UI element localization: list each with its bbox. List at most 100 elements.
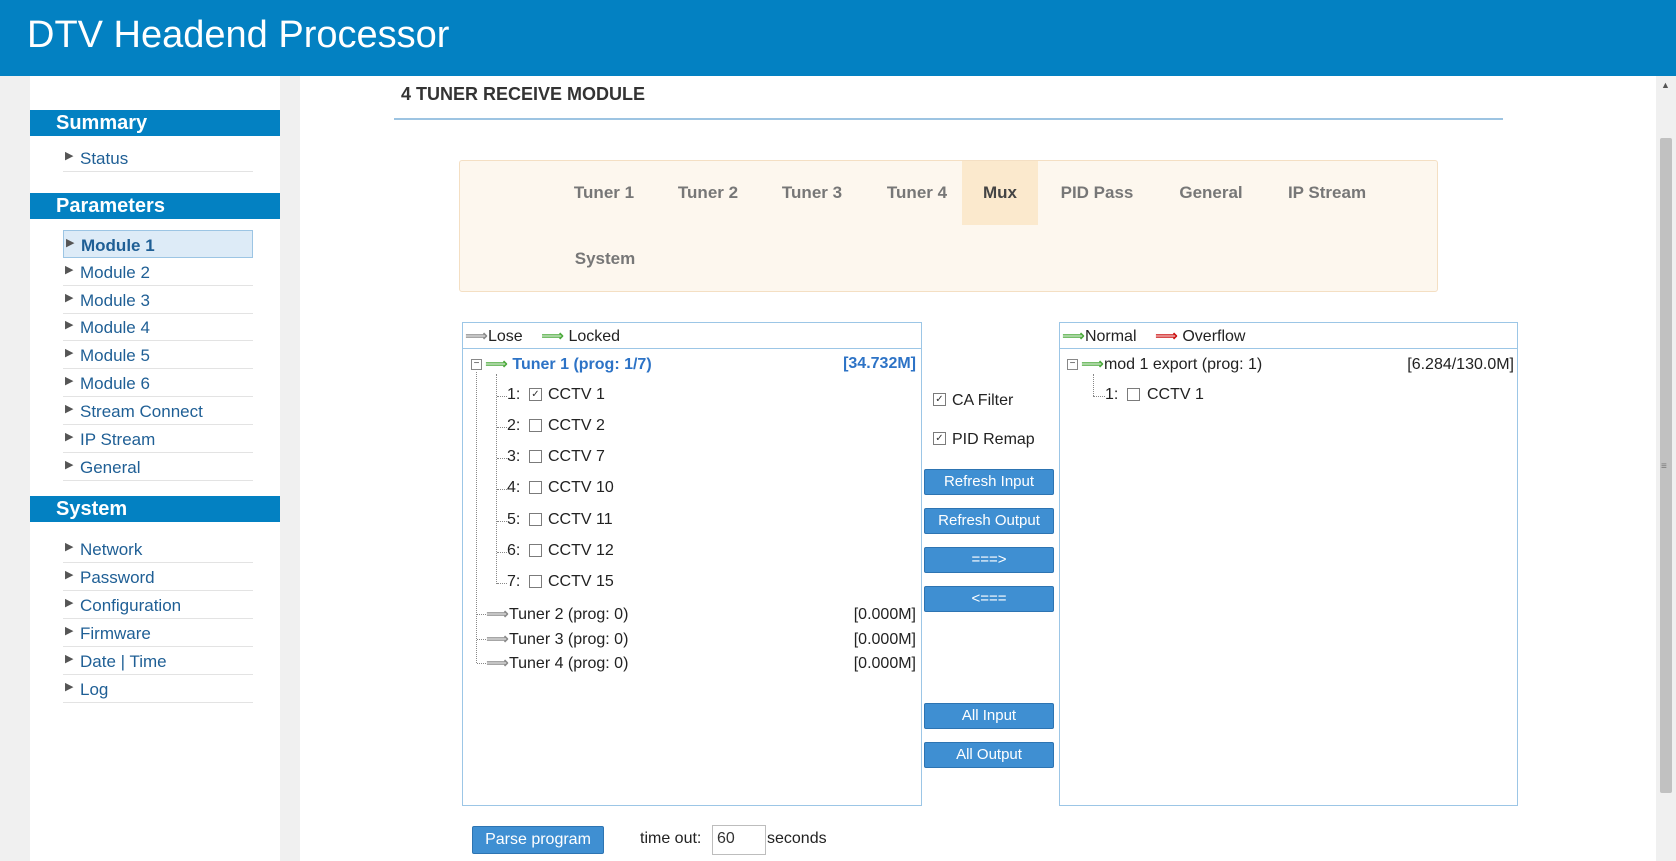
- all-output-button[interactable]: All Output: [924, 742, 1054, 768]
- sidebar-item-date-time[interactable]: ▶ Date | Time: [63, 647, 253, 675]
- program-row: 2:: [507, 417, 521, 434]
- tree-line: [1093, 374, 1094, 396]
- grip-icon: ≡: [1661, 461, 1667, 472]
- tab-general[interactable]: General: [1156, 161, 1266, 225]
- program-checkbox[interactable]: [529, 419, 542, 432]
- sidebar-heading-parameters: Parameters: [30, 193, 280, 219]
- title-divider: [394, 118, 1503, 120]
- tree-line: [476, 372, 477, 663]
- program-checkbox[interactable]: [529, 481, 542, 494]
- sidebar-item-password[interactable]: ▶ Password: [63, 563, 253, 591]
- triangle-right-icon: ▶: [65, 597, 74, 609]
- tuner-4-rate: [0.000M]: [853, 655, 916, 672]
- tree-line: [497, 583, 507, 584]
- collapse-icon[interactable]: −: [471, 359, 482, 370]
- refresh-input-button[interactable]: Refresh Input: [924, 469, 1054, 495]
- sidebar-item-module-3[interactable]: ▶ Module 3: [63, 286, 253, 314]
- output-program-checkbox[interactable]: [1127, 388, 1140, 401]
- output-legend: ⟹Normal ⟹ Overflow: [1062, 328, 1246, 345]
- timeout-label: time out:: [640, 830, 702, 847]
- tuner-1-node[interactable]: ⟹ Tuner 1 (prog: 1/7): [485, 354, 652, 374]
- triangle-right-icon: ▶: [65, 292, 74, 304]
- refresh-output-button[interactable]: Refresh Output: [924, 508, 1054, 534]
- tree-line: [1093, 396, 1105, 397]
- tab-pid-pass[interactable]: PID Pass: [1038, 161, 1156, 225]
- program-name: CCTV 11: [548, 511, 613, 528]
- program-row: 1:: [507, 386, 521, 403]
- triangle-right-icon: ▶: [65, 625, 74, 637]
- sidebar-item-module-2[interactable]: ▶ Module 2: [63, 258, 253, 286]
- sidebar-item-status[interactable]: ▶ Status: [63, 144, 253, 172]
- tuner-4-node[interactable]: ⟹Tuner 4 (prog: 0): [486, 653, 628, 673]
- all-input-button[interactable]: All Input: [924, 703, 1054, 729]
- remove-program-button[interactable]: <===: [924, 586, 1054, 612]
- tuner-3-node[interactable]: ⟹Tuner 3 (prog: 0): [486, 629, 628, 649]
- scroll-up-icon[interactable]: ▲: [1661, 80, 1670, 90]
- mod-1-export-node[interactable]: ⟹mod 1 export (prog: 1): [1081, 354, 1262, 374]
- triangle-right-icon: ▶: [65, 264, 74, 276]
- program-checkbox[interactable]: ✓: [529, 388, 542, 401]
- gray-right-arrow-icon: ⟹: [486, 606, 509, 623]
- sidebar-item-configuration[interactable]: ▶ Configuration: [63, 591, 253, 619]
- program-name: CCTV 7: [548, 448, 605, 465]
- program-checkbox[interactable]: [529, 450, 542, 463]
- collapse-icon[interactable]: −: [1067, 359, 1078, 370]
- sidebar-item-module-1[interactable]: ▶ Module 1: [63, 230, 253, 258]
- parse-program-button[interactable]: Parse program: [472, 826, 604, 854]
- program-checkbox[interactable]: [529, 575, 542, 588]
- sidebar-item-firmware[interactable]: ▶ Firmware: [63, 619, 253, 647]
- mod-1-rate: [6.284/130.0M]: [1407, 356, 1514, 373]
- add-program-button[interactable]: ===>: [924, 547, 1054, 573]
- sidebar-item-module-6[interactable]: ▶ Module 6: [63, 369, 253, 397]
- triangle-right-icon: ▶: [65, 541, 74, 553]
- tab-tuner-3[interactable]: Tuner 3: [760, 161, 864, 225]
- sidebar-item-network[interactable]: ▶ Network: [63, 535, 253, 563]
- tab-tuner-2[interactable]: Tuner 2: [656, 161, 760, 225]
- sidebar-heading-summary: Summary: [30, 110, 280, 136]
- red-right-arrow-icon: ⟹: [1154, 328, 1178, 345]
- program-checkbox[interactable]: [529, 513, 542, 526]
- ca-filter-checkbox[interactable]: ✓: [933, 393, 946, 406]
- tab-system[interactable]: System: [552, 227, 658, 291]
- tab-mux[interactable]: Mux: [962, 161, 1038, 225]
- program-row: 7:: [507, 573, 521, 590]
- triangle-right-icon: ▶: [65, 653, 74, 665]
- sidebar-item-ip-stream[interactable]: ▶ IP Stream: [63, 425, 253, 453]
- sidebar-item-general[interactable]: ▶ General: [63, 453, 253, 481]
- green-right-arrow-icon: ⟹: [1062, 328, 1085, 345]
- timeout-input[interactable]: 60: [712, 825, 766, 855]
- seconds-label: seconds: [767, 830, 827, 847]
- triangle-right-icon: ▶: [65, 375, 74, 387]
- program-checkbox[interactable]: [529, 544, 542, 557]
- ca-filter-label: CA Filter: [952, 392, 1014, 409]
- sidebar-item-module-5[interactable]: ▶ Module 5: [63, 341, 253, 369]
- tree-line: [497, 396, 507, 397]
- tree-line: [497, 489, 507, 490]
- output-program-row: 1:: [1105, 386, 1119, 403]
- sidebar: Summary ▶ Status Parameters ▶ Module 1 ▶…: [30, 76, 280, 861]
- gray-right-arrow-icon: ⟹: [486, 631, 509, 648]
- tab-tuner-1[interactable]: Tuner 1: [552, 161, 656, 225]
- triangle-right-icon: ▶: [66, 237, 75, 249]
- green-right-arrow-icon: ⟹: [1081, 356, 1104, 373]
- tuner-3-rate: [0.000M]: [853, 631, 916, 648]
- tab-ip-stream[interactable]: IP Stream: [1266, 161, 1388, 225]
- program-row: 5:: [507, 511, 521, 528]
- vertical-scrollbar[interactable]: ▲ ≡: [1656, 76, 1676, 861]
- program-name: CCTV 1: [548, 386, 605, 403]
- pid-remap-checkbox[interactable]: ✓: [933, 432, 946, 445]
- tuner-2-node[interactable]: ⟹Tuner 2 (prog: 0): [486, 604, 628, 624]
- gray-right-arrow-icon: ⟹: [465, 328, 488, 345]
- tree-line: [497, 521, 507, 522]
- tree-line: [497, 552, 507, 553]
- tab-tuner-4[interactable]: Tuner 4: [864, 161, 970, 225]
- green-right-arrow-icon: ⟹: [541, 328, 565, 345]
- sidebar-item-log[interactable]: ▶ Log: [63, 675, 253, 703]
- sidebar-item-module-4[interactable]: ▶ Module 4: [63, 313, 253, 341]
- triangle-right-icon: ▶: [65, 459, 74, 471]
- triangle-right-icon: ▶: [65, 681, 74, 693]
- sidebar-item-stream-connect[interactable]: ▶ Stream Connect: [63, 397, 253, 425]
- output-program-name: CCTV 1: [1147, 386, 1204, 403]
- page-title: 4 TUNER RECEIVE MODULE: [401, 84, 646, 104]
- program-name: CCTV 12: [548, 542, 614, 559]
